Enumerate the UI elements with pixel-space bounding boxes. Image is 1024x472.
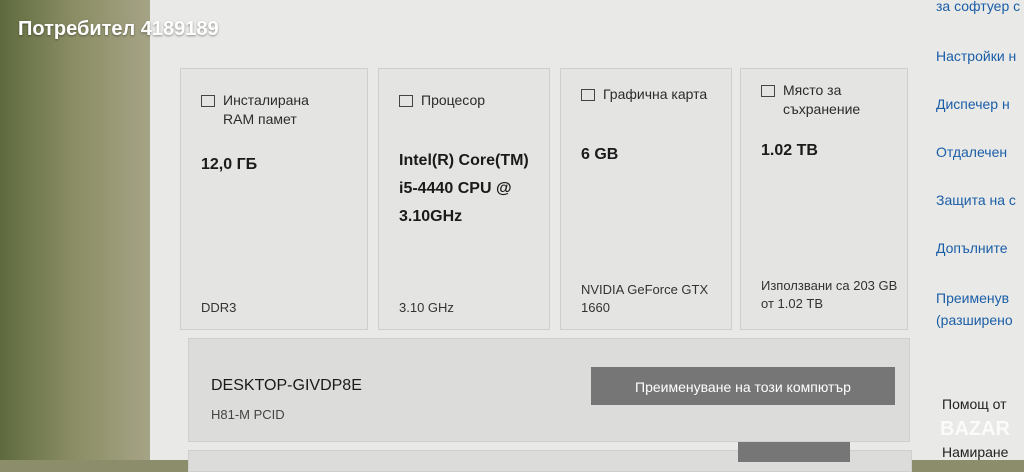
cpu-card: Процесор Intel(R) Core(TM) i5-4440 CPU @… — [378, 68, 550, 330]
cpu-icon — [399, 95, 413, 107]
gpu-title: Графична карта — [603, 86, 708, 102]
ram-icon — [201, 95, 215, 107]
gpu-icon — [581, 89, 595, 101]
sidebar-link-advanced[interactable]: Допълните — [936, 240, 1008, 256]
storage-title: Място за съхранение — [783, 82, 861, 117]
sidebar-link-remote[interactable]: Отдалечен — [936, 144, 1007, 160]
device-name-panel: DESKTOP-GIVDP8E H81-M PCID Преименуване … — [188, 338, 910, 442]
related-settings-sidebar: за софтуер с Настройки н Диспечер н Отда… — [930, 0, 1024, 460]
gpu-model: NVIDIA GeForce GTX 1660 — [581, 282, 709, 315]
cpu-card-header: Процесор — [399, 91, 485, 110]
bazar-logo: BAZAR — [940, 418, 1010, 440]
sidebar-link-device-manager[interactable]: Диспечер н — [936, 96, 1010, 112]
sidebar-link-software[interactable]: за софтуер с — [936, 0, 1020, 14]
username-watermark: Потребител 4189189 — [18, 18, 219, 40]
ram-value: 12,0 ГБ — [201, 156, 258, 173]
sidebar-link-protection[interactable]: Защита на с — [936, 192, 1016, 208]
monitor-bezel — [0, 0, 160, 460]
cpu-value: Intel(R) Core(TM) i5-4440 CPU @ 3.10GHz — [399, 152, 529, 225]
storage-card: Място за съхранение 1.02 TB Използвани с… — [740, 68, 908, 330]
sidebar-link-rename[interactable]: Преименув — [936, 290, 1009, 306]
gpu-card-header: Графична карта — [581, 85, 707, 104]
ram-title: Инсталирана RAM памет — [223, 92, 309, 127]
storage-usage: Използвани са 203 GB от 1.02 TB — [761, 278, 898, 311]
cpu-title: Процесор — [421, 92, 486, 108]
ram-type: DDR3 — [201, 300, 237, 315]
sidebar-link-rename-advanced[interactable]: (разширено — [936, 312, 1013, 328]
sidebar-link-settings[interactable]: Настройки н — [936, 48, 1016, 64]
cpu-speed: 3.10 GHz — [399, 300, 454, 315]
storage-card-header: Място за съхранение — [761, 81, 883, 119]
sidebar-find-label[interactable]: Намиране — [942, 444, 1008, 460]
rename-pc-button[interactable]: Преименуване на този компютър — [591, 367, 895, 405]
ram-card-header: Инсталирана RAM памет — [201, 91, 343, 129]
device-model: H81-M PCID — [211, 407, 285, 422]
storage-icon — [761, 85, 775, 97]
device-name: DESKTOP-GIVDP8E — [211, 377, 362, 394]
next-panel-button[interactable] — [738, 442, 850, 462]
gpu-card: Графична карта 6 GB NVIDIA GeForce GTX 1… — [560, 68, 732, 330]
storage-total: 1.02 TB — [761, 142, 818, 159]
ram-card: Инсталирана RAM памет 12,0 ГБ DDR3 — [180, 68, 368, 330]
sidebar-help-label: Помощ от — [942, 396, 1007, 412]
gpu-memory: 6 GB — [581, 146, 619, 163]
